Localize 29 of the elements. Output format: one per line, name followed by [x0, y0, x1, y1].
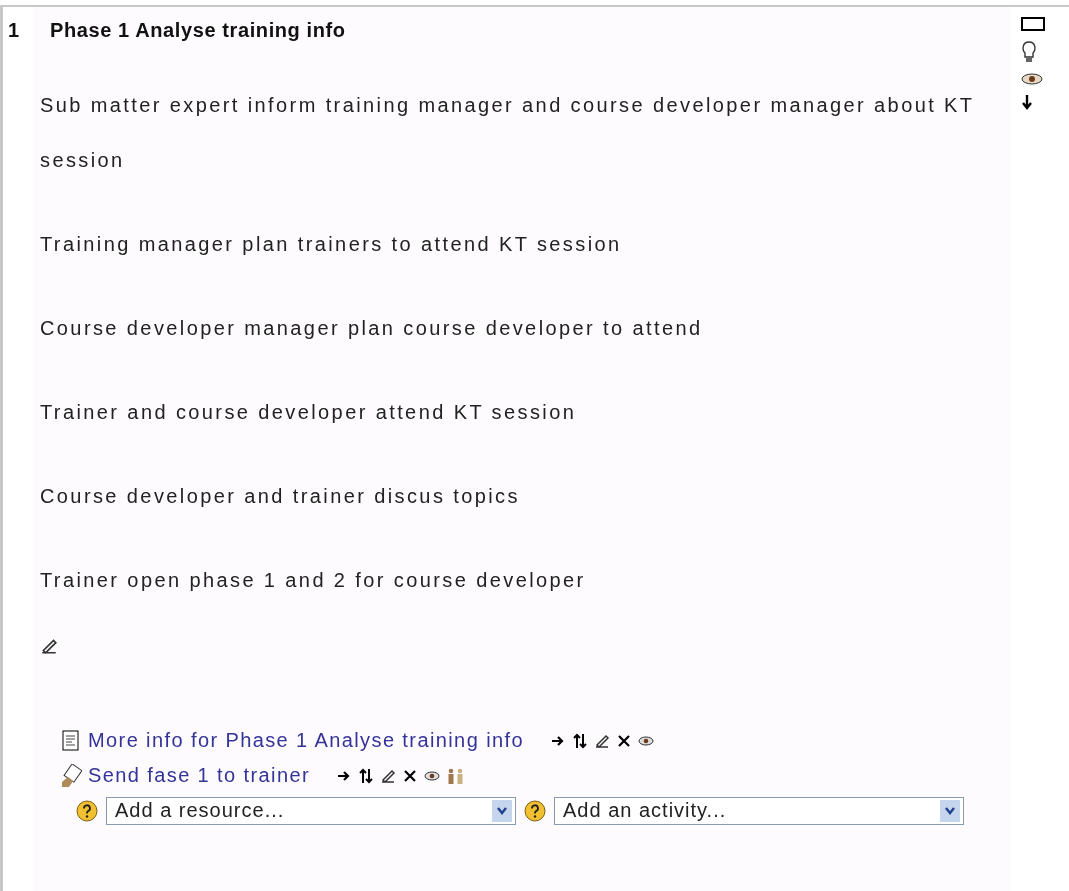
activity-link[interactable]: More info for Phase 1 Analyse training info: [88, 729, 524, 752]
paragraph: Course developer manager plan course developer to attend: [40, 316, 704, 341]
lightbulb-icon[interactable]: [1021, 40, 1037, 62]
highlight-checkbox-icon[interactable]: [1021, 17, 1045, 31]
paragraph: Trainer and course developer attend KT session: [40, 400, 578, 425]
paragraph: Course developer and trainer discus topics: [40, 484, 521, 509]
caret-icon: [944, 805, 956, 816]
caret-icon: [496, 805, 508, 816]
move-updown-icon[interactable]: [572, 732, 588, 749]
section-title: Phase 1 Analyse training info: [50, 19, 347, 42]
activity-link[interactable]: Send fase 1 to trainer: [88, 764, 311, 787]
edit-icon[interactable]: [594, 732, 610, 749]
delete-icon[interactable]: [402, 767, 419, 784]
paragraph: Trainer open phase 1 and 2 for course developer: [40, 568, 587, 593]
section-number: 1: [8, 19, 21, 42]
edit-icon[interactable]: [380, 767, 397, 784]
add-dropdown[interactable]: Add an activity...: [554, 796, 964, 825]
hand-paper-icon[interactable]: [60, 763, 82, 788]
down-arrow-icon[interactable]: [1021, 94, 1033, 110]
move-updown-icon[interactable]: [358, 767, 375, 784]
add-dropdown[interactable]: Add a resource...: [106, 796, 516, 825]
paragraph: Sub matter expert inform training manager and course developer manager about KT session: [40, 93, 976, 173]
edit-icon[interactable]: [40, 637, 58, 655]
document-icon[interactable]: [60, 728, 82, 753]
delete-icon[interactable]: [616, 732, 632, 749]
paragraph: Training manager plan trainers to attend KT session: [40, 232, 623, 257]
eye-icon[interactable]: [1021, 71, 1043, 85]
help-icon[interactable]: [76, 799, 98, 822]
help-icon[interactable]: [524, 799, 546, 822]
